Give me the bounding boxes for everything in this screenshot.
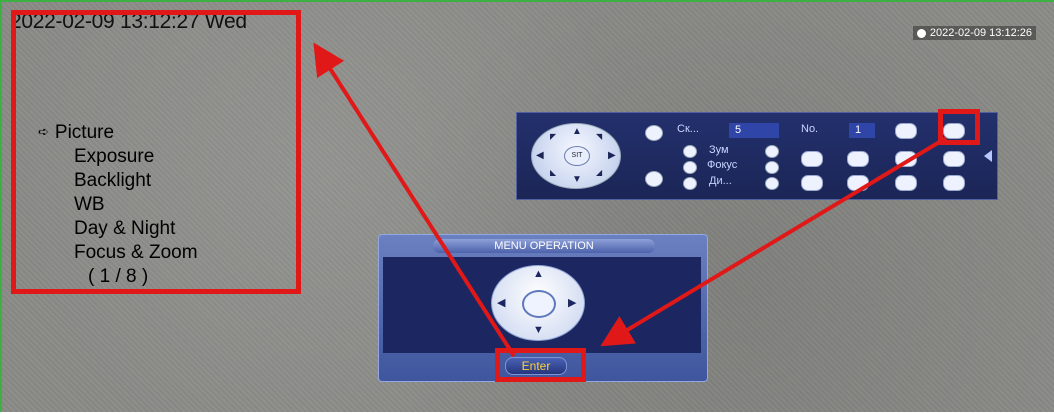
arrow-enter-to-menu bbox=[313, 42, 516, 358]
annotation-arrows bbox=[313, 42, 948, 358]
arrow-icon-to-dialog bbox=[600, 136, 948, 347]
video-view: 2022-02-09 13:12:27 Wed 2022-02-09 13:12… bbox=[0, 0, 1054, 412]
